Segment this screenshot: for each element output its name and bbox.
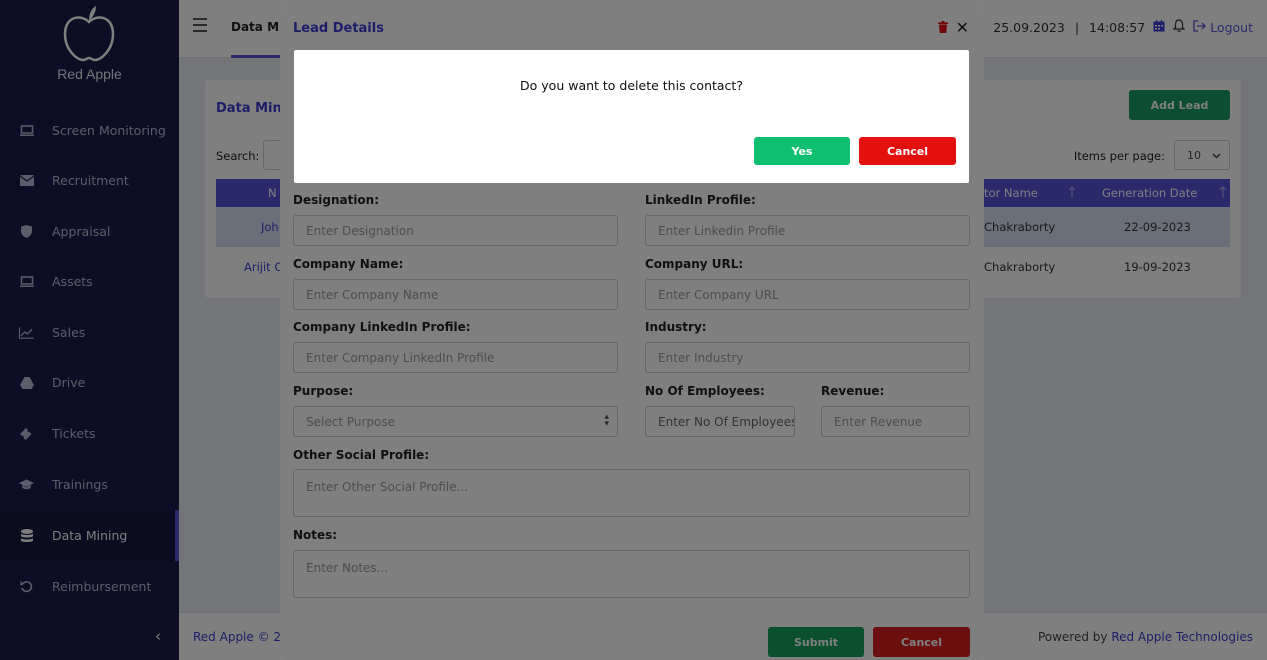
- delete-confirm-dialog: Do you want to delete this contact? Yes …: [294, 50, 969, 183]
- confirm-cancel-button[interactable]: Cancel: [859, 137, 956, 165]
- yes-button[interactable]: Yes: [754, 137, 850, 165]
- confirm-message: Do you want to delete this contact?: [520, 78, 743, 93]
